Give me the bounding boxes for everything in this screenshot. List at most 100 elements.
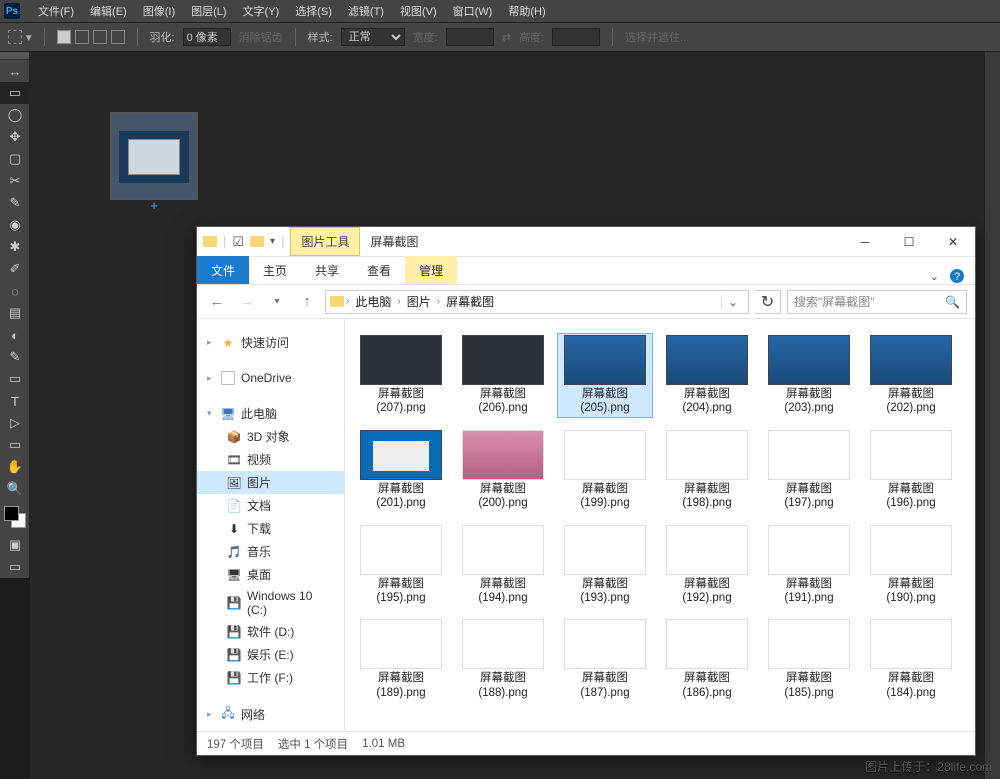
side-item[interactable]: 💾娱乐 (E:) bbox=[197, 643, 344, 666]
ps-tool[interactable]: ✥ bbox=[0, 126, 30, 148]
menu-item[interactable]: 窗口(W) bbox=[445, 3, 501, 19]
forward-button[interactable]: → bbox=[235, 290, 259, 314]
file-item[interactable]: 屏幕截图 (207).png bbox=[353, 333, 449, 418]
side-item[interactable]: 🎞视频 bbox=[197, 448, 344, 471]
foreground-color[interactable] bbox=[4, 506, 19, 521]
ribbon-expand-icon[interactable]: ⌄ bbox=[930, 270, 939, 283]
side-item[interactable]: 💾工作 (F:) bbox=[197, 666, 344, 689]
crumb-current[interactable]: 屏幕截图 bbox=[442, 293, 498, 310]
back-button[interactable]: ← bbox=[205, 290, 229, 314]
ps-tool[interactable]: ◉ bbox=[0, 214, 30, 236]
side-thispc[interactable]: ▾🖥此电脑 bbox=[197, 402, 344, 425]
file-item[interactable]: 屏幕截图 (187).png bbox=[557, 617, 653, 702]
feather-input[interactable] bbox=[183, 28, 231, 46]
maximize-button[interactable]: ☐ bbox=[887, 227, 931, 257]
qat-folder-icon[interactable] bbox=[203, 236, 217, 247]
close-button[interactable]: ✕ bbox=[931, 227, 975, 257]
ps-tool[interactable]: ◐ bbox=[0, 324, 30, 346]
tab-share[interactable]: 共享 bbox=[301, 256, 353, 284]
side-item[interactable]: 📦3D 对象 bbox=[197, 425, 344, 448]
help-icon[interactable]: ? bbox=[949, 268, 965, 284]
selection-add-icon[interactable] bbox=[75, 30, 89, 44]
menu-item[interactable]: 选择(S) bbox=[287, 3, 340, 19]
file-item[interactable]: 屏幕截图 (186).png bbox=[659, 617, 755, 702]
file-item[interactable]: 屏幕截图 (192).png bbox=[659, 523, 755, 608]
up-button[interactable]: ↑ bbox=[295, 290, 319, 314]
file-item[interactable]: 屏幕截图 (195).png bbox=[353, 523, 449, 608]
style-select[interactable]: 正常 bbox=[341, 28, 405, 46]
file-item[interactable]: 屏幕截图 (190).png bbox=[863, 523, 959, 608]
file-item[interactable]: 屏幕截图 (193).png bbox=[557, 523, 653, 608]
ps-tool[interactable]: ◌ bbox=[0, 280, 30, 302]
screenmode-icon[interactable]: ▭ bbox=[0, 556, 30, 578]
file-item[interactable]: 屏幕截图 (196).png bbox=[863, 428, 959, 513]
ps-tool[interactable]: ✋ bbox=[0, 456, 30, 478]
ps-document-thumb[interactable]: + bbox=[110, 112, 198, 200]
file-item[interactable]: 屏幕截图 (188).png bbox=[455, 617, 551, 702]
file-item[interactable]: 屏幕截图 (204).png bbox=[659, 333, 755, 418]
selection-sub-icon[interactable] bbox=[93, 30, 107, 44]
menu-item[interactable]: 文字(Y) bbox=[235, 3, 288, 19]
marquee-tool-preset[interactable]: ▾ bbox=[8, 30, 32, 44]
explorer-titlebar[interactable]: | ☑ ▾ | 图片工具 屏幕截图 ─ ☐ ✕ bbox=[197, 227, 975, 257]
file-item[interactable]: 屏幕截图 (203).png bbox=[761, 333, 857, 418]
menu-item[interactable]: 图像(I) bbox=[135, 3, 183, 19]
side-item[interactable]: 💾Windows 10 (C:) bbox=[197, 586, 344, 620]
address-bar[interactable]: › 此电脑 › 图片 › 屏幕截图 ⌄ bbox=[325, 290, 749, 314]
ps-tool[interactable]: ▤ bbox=[0, 302, 30, 324]
minimize-button[interactable]: ─ bbox=[843, 227, 887, 257]
menu-item[interactable]: 编辑(E) bbox=[82, 3, 135, 19]
side-item[interactable]: ⬇下载 bbox=[197, 517, 344, 540]
menu-item[interactable]: 帮助(H) bbox=[500, 3, 553, 19]
ps-tool[interactable]: ▷ bbox=[0, 412, 30, 434]
file-item[interactable]: 屏幕截图 (198).png bbox=[659, 428, 755, 513]
qat-newfolder-icon[interactable] bbox=[250, 236, 264, 247]
file-item[interactable]: 屏幕截图 (184).png bbox=[863, 617, 959, 702]
side-onedrive[interactable]: ▸OneDrive bbox=[197, 368, 344, 388]
menu-item[interactable]: 图层(L) bbox=[183, 3, 234, 19]
file-item[interactable]: 屏幕截图 (206).png bbox=[455, 333, 551, 418]
tab-view[interactable]: 查看 bbox=[353, 256, 405, 284]
crumb-pictures[interactable]: 图片 bbox=[403, 293, 435, 310]
ps-tool[interactable]: ▭ bbox=[0, 434, 30, 456]
side-item[interactable]: 📄文档 bbox=[197, 494, 344, 517]
quickmask-icon[interactable]: ▣ bbox=[0, 534, 30, 556]
search-input[interactable]: 搜索"屏幕截图" 🔍 bbox=[787, 290, 967, 314]
side-item[interactable]: 💾软件 (D:) bbox=[197, 620, 344, 643]
file-item[interactable]: 屏幕截图 (189).png bbox=[353, 617, 449, 702]
crumb-thispc[interactable]: 此电脑 bbox=[351, 293, 395, 310]
file-item[interactable]: 屏幕截图 (202).png bbox=[863, 333, 959, 418]
ps-tool[interactable]: ✱ bbox=[0, 236, 30, 258]
ps-tool[interactable]: ✐ bbox=[0, 258, 30, 280]
file-item[interactable]: 屏幕截图 (194).png bbox=[455, 523, 551, 608]
menu-item[interactable]: 视图(V) bbox=[392, 3, 445, 19]
file-item[interactable]: 屏幕截图 (197).png bbox=[761, 428, 857, 513]
tab-home[interactable]: 主页 bbox=[249, 256, 301, 284]
ps-tool[interactable]: ▢ bbox=[0, 148, 30, 170]
menu-item[interactable]: 滤镜(T) bbox=[340, 3, 392, 19]
selection-int-icon[interactable] bbox=[111, 30, 125, 44]
side-item[interactable]: 🖥桌面 bbox=[197, 563, 344, 586]
color-swatches[interactable] bbox=[4, 506, 26, 528]
recent-dropdown[interactable]: ▾ bbox=[265, 290, 289, 314]
file-item[interactable]: 屏幕截图 (191).png bbox=[761, 523, 857, 608]
ps-tool[interactable]: ▭ bbox=[0, 368, 30, 390]
ps-tool[interactable]: ◯ bbox=[0, 104, 30, 126]
qat-dropdown-icon[interactable]: ▾ bbox=[270, 236, 275, 247]
file-item[interactable]: 屏幕截图 (199).png bbox=[557, 428, 653, 513]
ps-tool[interactable]: ↔ bbox=[0, 60, 30, 82]
qat-properties-icon[interactable]: ☑ bbox=[232, 234, 244, 250]
ps-tool[interactable]: ✂ bbox=[0, 170, 30, 192]
selection-new-icon[interactable] bbox=[57, 30, 71, 44]
tab-file[interactable]: 文件 bbox=[197, 256, 249, 284]
side-item[interactable]: 🖼图片 bbox=[197, 471, 344, 494]
side-network[interactable]: ▸🖧网络 bbox=[197, 703, 344, 726]
search-icon[interactable]: 🔍 bbox=[945, 295, 960, 309]
ps-tool[interactable]: ✎ bbox=[0, 346, 30, 368]
menu-item[interactable]: 文件(F) bbox=[30, 3, 82, 19]
file-item[interactable]: 屏幕截图 (185).png bbox=[761, 617, 857, 702]
tab-manage[interactable]: 管理 bbox=[405, 256, 457, 284]
collapsed-panels[interactable] bbox=[984, 52, 1000, 779]
side-quick-access[interactable]: ▸★快速访问 bbox=[197, 331, 344, 354]
file-item[interactable]: 屏幕截图 (201).png bbox=[353, 428, 449, 513]
